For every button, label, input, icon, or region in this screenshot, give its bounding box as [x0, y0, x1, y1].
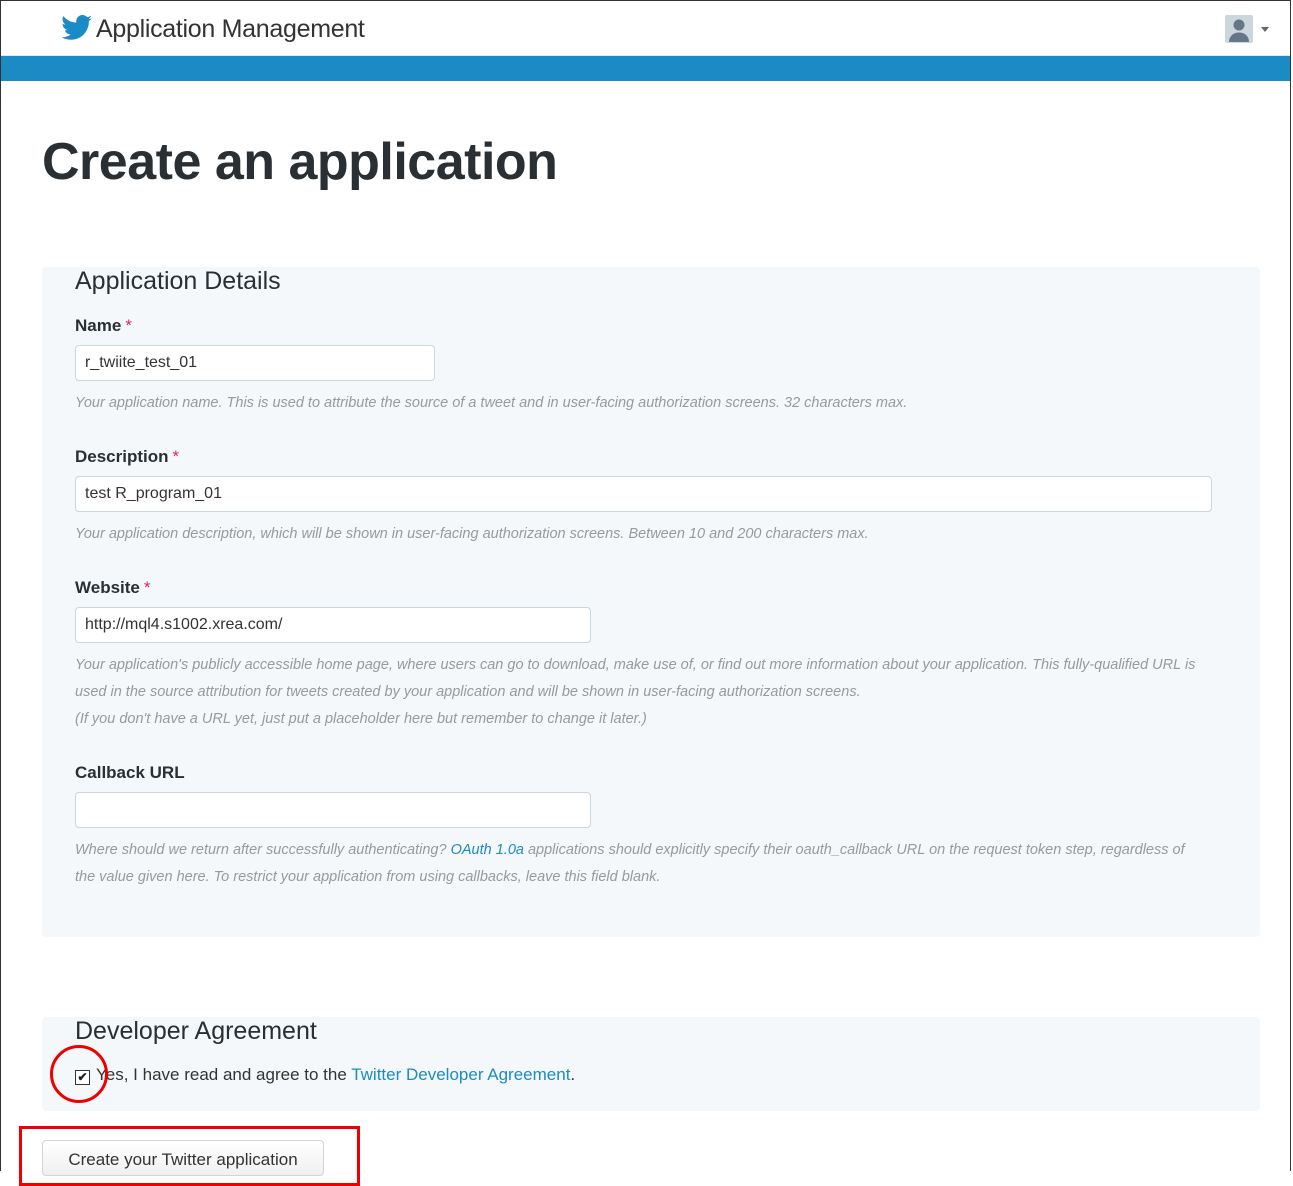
name-label: Name * — [75, 316, 132, 336]
section-heading-details: Application Details — [75, 267, 281, 295]
website-help-note: (If you don't have a URL yet, just put a… — [75, 711, 647, 727]
top-navbar: Application Management — [1, 1, 1290, 56]
agreement-text: Yes, I have read and agree to the — [96, 1065, 352, 1084]
website-label-text: Website — [75, 578, 140, 597]
user-avatar-icon[interactable] — [1225, 15, 1253, 43]
oauth-link[interactable]: OAuth 1.0a — [451, 842, 524, 858]
description-label-text: Description — [75, 447, 169, 466]
required-mark: * — [143, 578, 151, 597]
app-title[interactable]: Application Management — [96, 15, 365, 44]
name-input[interactable]: r_twiite_test_01 — [75, 345, 435, 381]
callback-help-text: Where should we return after successfull… — [75, 837, 1205, 891]
agreement-period: . — [570, 1065, 576, 1084]
section-heading-agreement: Developer Agreement — [75, 1017, 317, 1045]
page-title: Create an application — [42, 133, 558, 191]
developer-agreement-link[interactable]: Twitter Developer Agreement — [351, 1065, 570, 1084]
header-band — [1, 56, 1290, 81]
twitter-bird-icon[interactable] — [61, 15, 93, 41]
website-help-text: Your application's publicly accessible h… — [75, 652, 1205, 733]
required-mark: * — [172, 447, 180, 466]
agreement-row: ✔ Yes, I have read and agree to the Twitt… — [75, 1065, 575, 1085]
callback-label: Callback URL — [75, 763, 185, 782]
annotation-circle — [50, 1045, 108, 1103]
developer-agreement-panel: Developer Agreement ✔ Yes, I have read an… — [42, 1017, 1260, 1111]
description-label: Description * — [75, 447, 179, 467]
chevron-down-icon[interactable] — [1261, 27, 1269, 32]
name-help-text: Your application name. This is used to a… — [75, 395, 908, 411]
callback-help-before: Where should we return after successfull… — [75, 842, 451, 858]
callback-url-input[interactable] — [75, 792, 591, 828]
name-label-text: Name — [75, 316, 122, 335]
description-input[interactable]: test R_program_01 — [75, 476, 1212, 512]
required-mark: * — [125, 316, 132, 335]
website-help-line: Your application's publicly accessible h… — [75, 657, 1196, 700]
person-icon — [1229, 19, 1249, 42]
website-label: Website * — [75, 578, 151, 598]
application-details-panel: Application Details Name * r_twiite_test_… — [42, 267, 1260, 937]
annotation-rectangle — [19, 1126, 360, 1186]
website-input[interactable]: http://mql4.s1002.xrea.com/ — [75, 607, 591, 643]
description-help-text: Your application description, which will… — [75, 526, 869, 542]
